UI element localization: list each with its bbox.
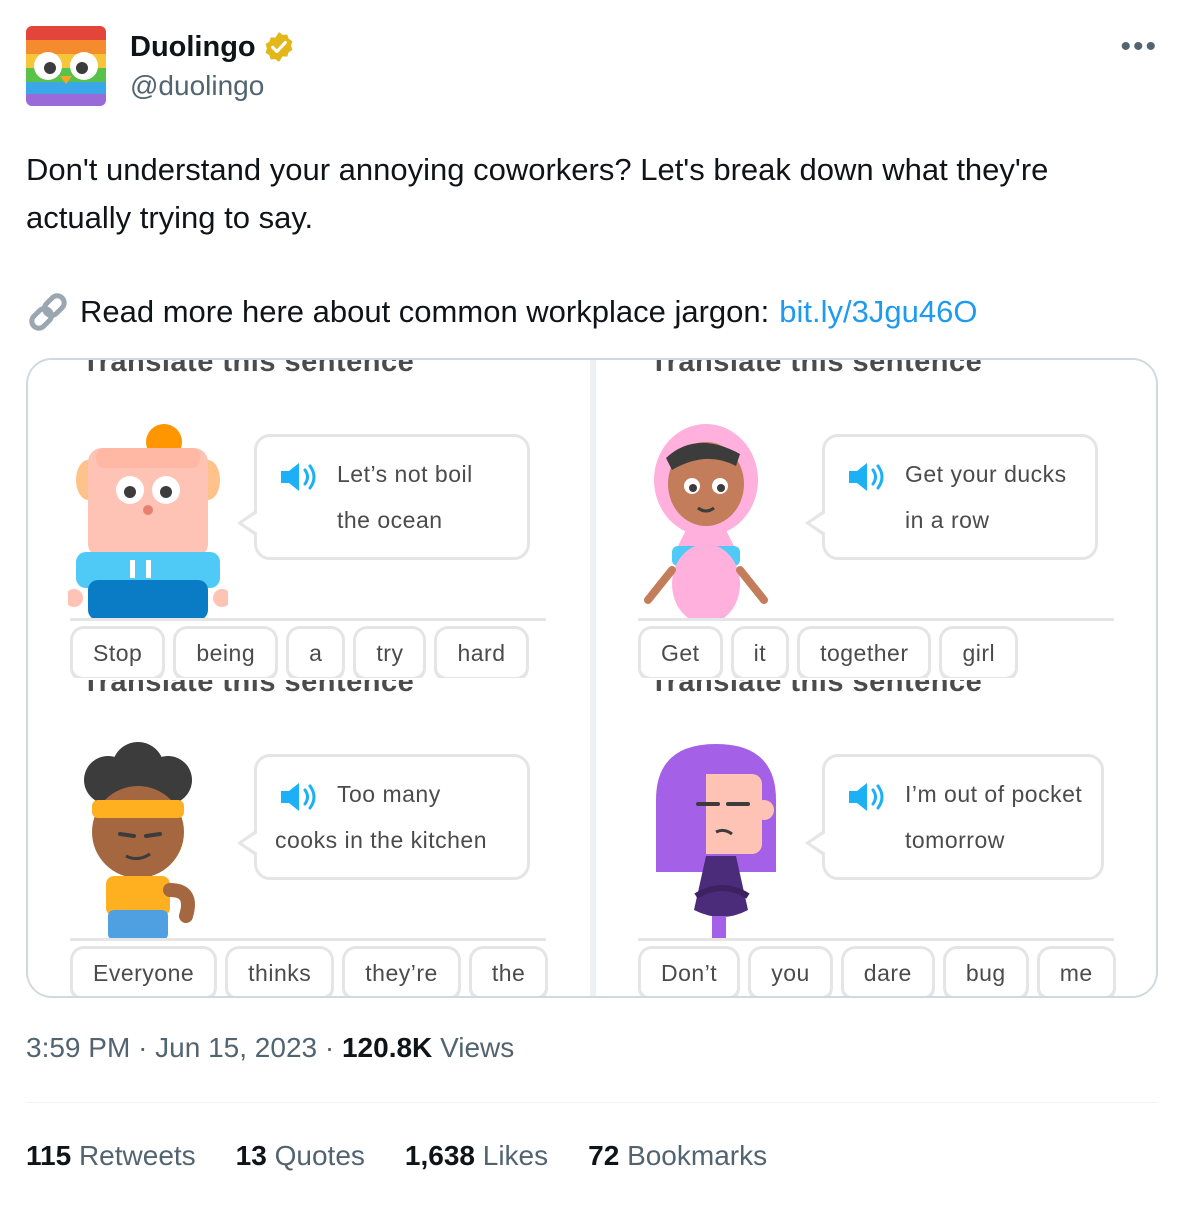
word-chip[interactable]: Stop xyxy=(70,626,166,678)
speaker-icon[interactable] xyxy=(279,461,319,493)
word-chip[interactable]: thinks xyxy=(225,946,335,996)
media-panel-2: Translate this sentence Get your ducks i… xyxy=(596,360,1156,678)
retweets-stat[interactable]: 115 Retweets xyxy=(26,1140,196,1172)
bubble-line-2: tomorrow xyxy=(905,827,1005,853)
word-bank: Stop being a try hard xyxy=(70,626,529,678)
bubble-line-2: cooks in the kitchen xyxy=(275,827,488,853)
panel-title: Translate this sentence xyxy=(82,680,415,698)
media-panel-1: Translate this sentence Let’s not boil t… xyxy=(28,360,588,678)
tweet-time[interactable]: 3:59 PM xyxy=(26,1032,130,1063)
answer-line xyxy=(70,618,546,621)
character-boy-headband-icon xyxy=(84,742,195,940)
speaker-icon[interactable] xyxy=(279,781,319,813)
link-prefix: Read more here about common workplace ja… xyxy=(80,294,770,329)
answer-line xyxy=(638,938,1114,941)
word-chip[interactable]: bug xyxy=(942,946,1029,996)
word-chip[interactable]: try xyxy=(353,626,427,678)
bubble-line-2: the ocean xyxy=(337,507,443,533)
speaker-icon[interactable] xyxy=(847,781,887,813)
word-chip[interactable]: you xyxy=(748,946,833,996)
tweet-text: Don't understand your annoying coworkers… xyxy=(26,152,1049,235)
word-chip[interactable]: girl xyxy=(939,626,1019,678)
quotes-stat[interactable]: 13 Quotes xyxy=(236,1140,365,1172)
character-purple-hair-icon xyxy=(656,744,776,940)
tweet-header: Duolingo @duolingo ••• xyxy=(26,26,1166,108)
speech-bubble: I’m out of pocket tomorrow xyxy=(805,754,1104,880)
media-panel-4: Translate this sentence I’m out of pocke… xyxy=(596,680,1156,996)
stat-label: Bookmarks xyxy=(627,1140,768,1171)
word-chip[interactable]: Get xyxy=(638,626,723,678)
word-chip[interactable]: a xyxy=(286,626,346,678)
speech-bubble: Get your ducks in a row xyxy=(805,434,1098,560)
likes-stat[interactable]: 1,638 Likes xyxy=(405,1140,548,1172)
word-chip[interactable]: hard xyxy=(434,626,529,678)
stat-count: 1,638 xyxy=(404,1140,475,1171)
tweet-link[interactable]: bit.ly/3Jgu46O xyxy=(779,290,977,334)
speaker-icon[interactable] xyxy=(847,461,887,493)
tweet-date[interactable]: Jun 15, 2023 xyxy=(155,1032,317,1063)
author-handle[interactable]: @duolingo xyxy=(130,70,264,102)
word-bank: Everyone thinks they’re the xyxy=(70,946,549,996)
word-bank: Don’t you dare bug me xyxy=(638,946,1116,996)
character-boy-icon xyxy=(68,424,228,620)
stat-count: 13 xyxy=(235,1140,267,1171)
avatar[interactable] xyxy=(26,26,106,106)
engagement-stats: 115 Retweets 13 Quotes 1,638 Likes 72 Bo… xyxy=(26,1140,767,1172)
link-icon xyxy=(29,293,67,331)
word-chip[interactable]: together xyxy=(797,626,932,678)
views-label: Views xyxy=(440,1032,515,1063)
stat-label: Retweets xyxy=(78,1140,196,1171)
word-chip[interactable]: being xyxy=(173,626,279,678)
character-girl-hijab-icon xyxy=(644,424,768,620)
stat-label: Quotes xyxy=(274,1140,365,1171)
word-chip[interactable]: dare xyxy=(840,946,935,996)
stat-label: Likes xyxy=(482,1140,549,1171)
verified-badge-icon[interactable] xyxy=(262,30,296,64)
timestamp-row: 3:59 PM · Jun 15, 2023 · 120.8K Views xyxy=(26,1032,514,1064)
duolingo-owl-avatar-icon xyxy=(26,26,106,106)
bubble-line-1: I’m out of pocket xyxy=(905,781,1083,807)
name-row: Duolingo xyxy=(130,30,296,64)
word-chip[interactable]: Don’t xyxy=(638,946,741,996)
tweet-media[interactable]: Translate this sentence Let’s not boil t… xyxy=(26,358,1158,998)
word-chip[interactable]: it xyxy=(730,626,790,678)
speech-bubble: Let’s not boil the ocean xyxy=(237,434,530,560)
panel-title: Translate this sentence xyxy=(82,360,415,378)
author-name[interactable]: Duolingo xyxy=(130,31,256,64)
separator-dot: · xyxy=(138,1032,156,1063)
separator-dot: · xyxy=(324,1032,342,1063)
stat-count: 72 xyxy=(588,1140,620,1171)
speech-bubble: Too many cooks in the kitchen xyxy=(237,754,530,880)
media-panel-3: Translate this sentence Too many cooks i… xyxy=(28,680,588,996)
views-count: 120.8K xyxy=(341,1032,433,1063)
word-chip[interactable]: the xyxy=(468,946,549,996)
stat-count: 115 xyxy=(26,1140,72,1171)
bubble-line-1: Too many xyxy=(337,781,441,807)
panel-title: Translate this sentence xyxy=(650,360,983,378)
divider xyxy=(26,1102,1158,1103)
word-bank: Get it together girl xyxy=(638,626,1019,678)
tweet-link-line: Read more here about common workplace ja… xyxy=(26,290,977,334)
panel-title: Translate this sentence xyxy=(650,680,983,698)
bubble-line-1: Let’s not boil xyxy=(337,461,473,487)
bookmarks-stat[interactable]: 72 Bookmarks xyxy=(588,1140,767,1172)
more-options-icon[interactable]: ••• xyxy=(1120,30,1158,64)
word-chip[interactable]: they’re xyxy=(342,946,461,996)
answer-line xyxy=(638,618,1114,621)
word-chip[interactable]: Everyone xyxy=(70,946,218,996)
bubble-line-2: in a row xyxy=(905,507,990,533)
word-chip[interactable]: me xyxy=(1036,946,1116,996)
answer-line xyxy=(70,938,546,941)
bubble-line-1: Get your ducks xyxy=(905,461,1067,487)
